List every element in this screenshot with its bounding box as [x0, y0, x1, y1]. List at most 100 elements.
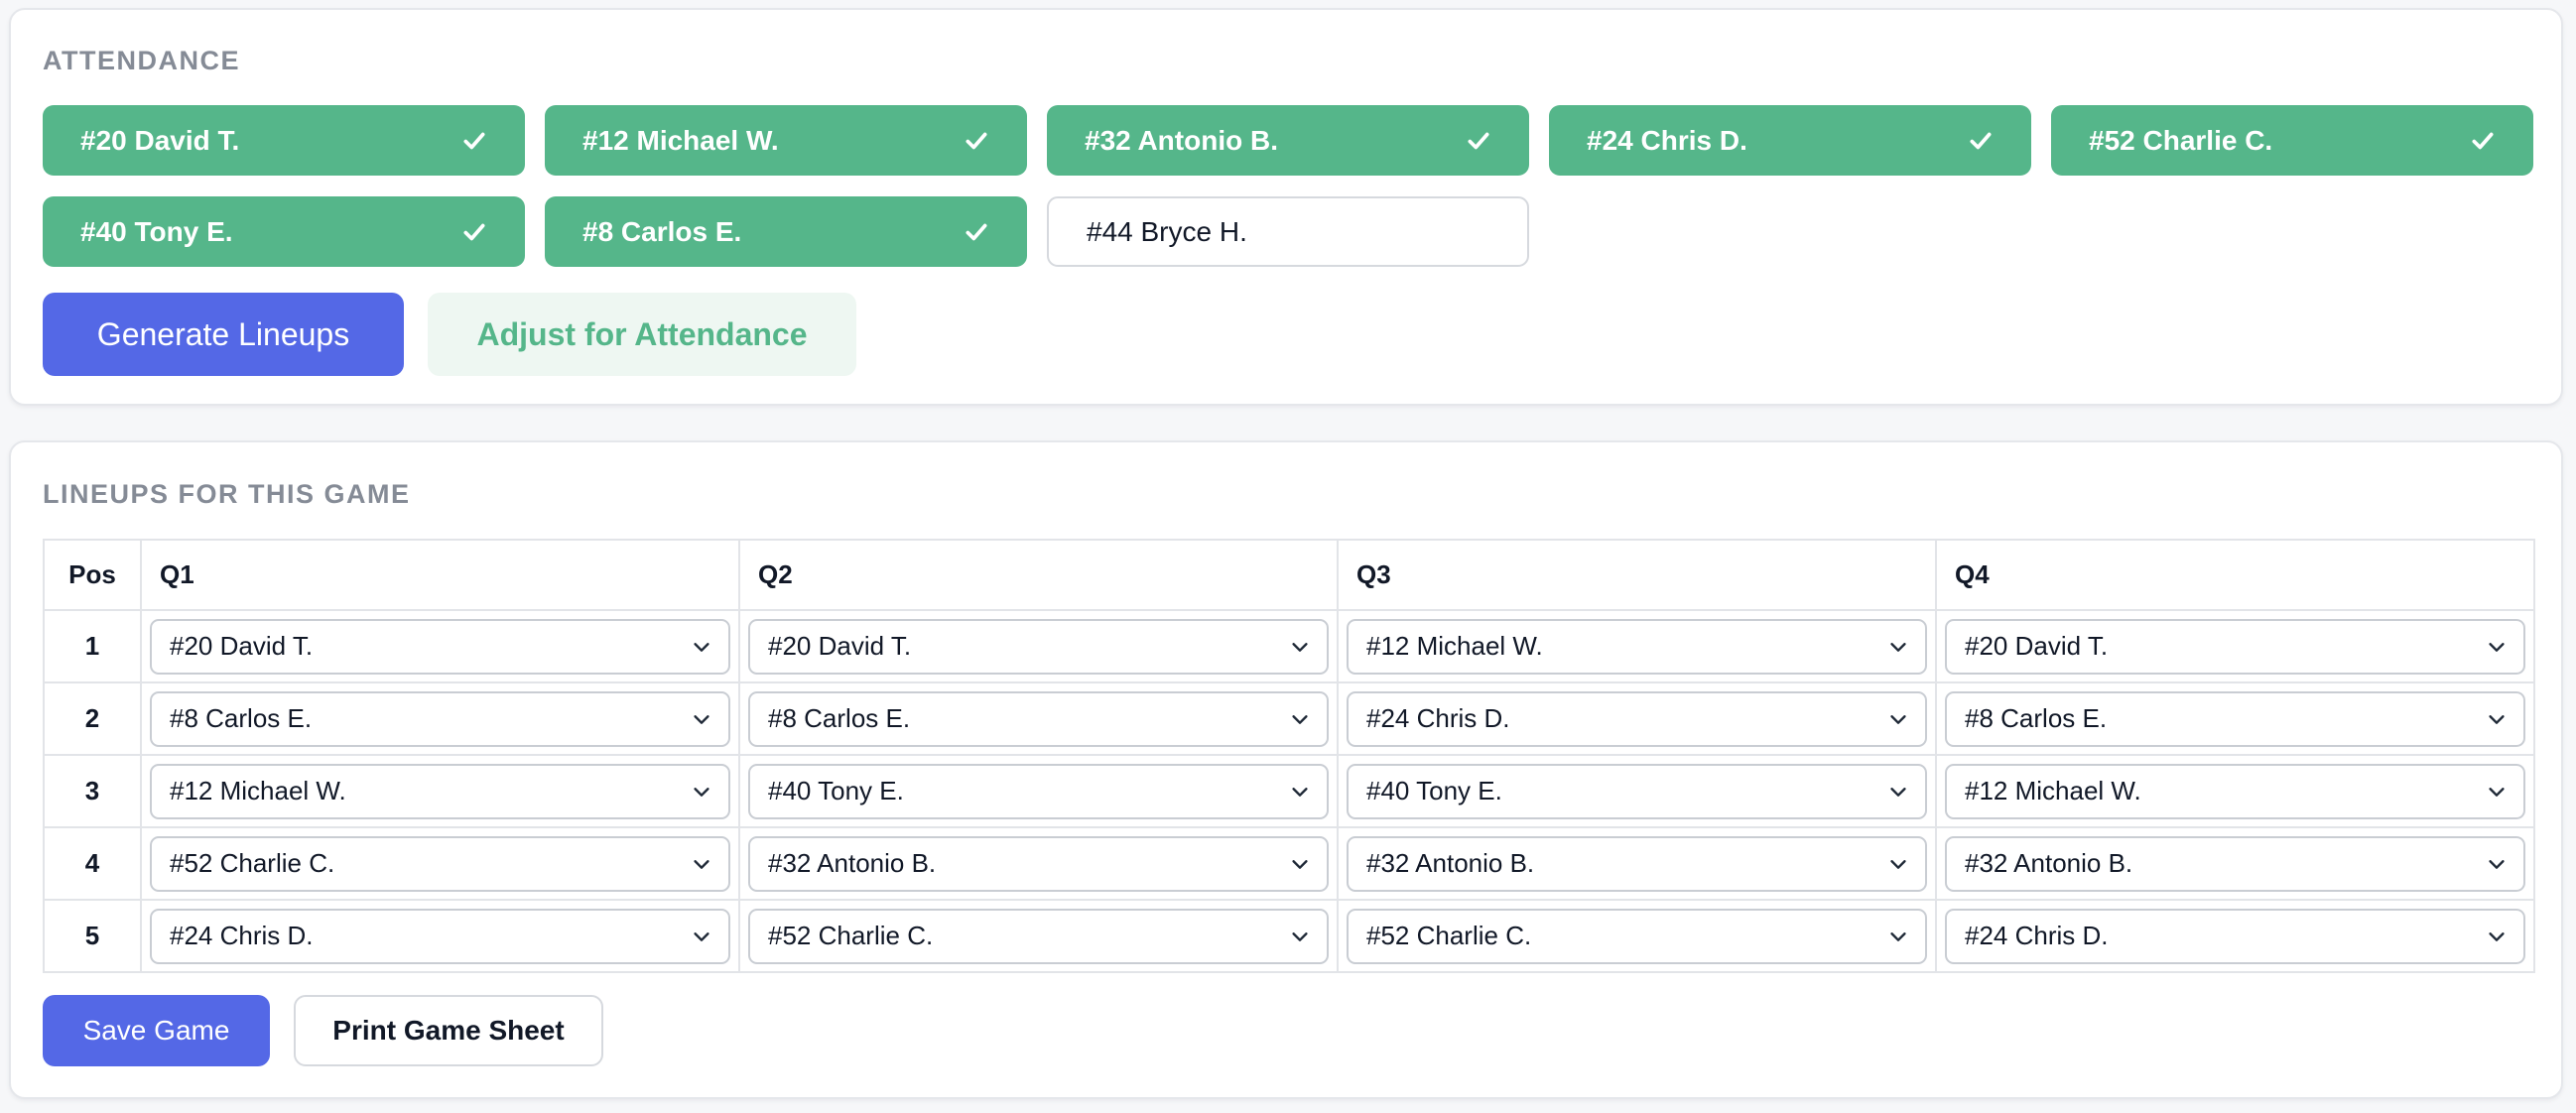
chevron-down-icon — [1887, 781, 1909, 803]
check-icon — [2470, 128, 2496, 154]
player-select[interactable]: #12 Michael W. — [1347, 618, 1927, 675]
column-header-q3: Q3 — [1337, 539, 1937, 611]
attendance-chip[interactable]: #52 Charlie C. — [2051, 105, 2533, 176]
lineup-cell-q1: #8 Carlos E. — [140, 681, 740, 756]
player-select-value: #24 Chris D. — [1366, 703, 1510, 733]
column-header-pos: Pos — [43, 539, 142, 611]
player-select[interactable]: #8 Carlos E. — [748, 690, 1329, 747]
lineup-cell-q2: #52 Charlie C. — [738, 899, 1339, 973]
chevron-down-icon — [691, 926, 712, 947]
attendance-chip[interactable]: #40 Tony E. — [43, 196, 525, 267]
lineup-cell-q1: #12 Michael W. — [140, 754, 740, 828]
lineup-cell-q1: #20 David T. — [140, 609, 740, 683]
player-select-value: #12 Michael W. — [1366, 631, 1543, 661]
player-select[interactable]: #12 Michael W. — [1945, 763, 2525, 819]
check-icon — [1968, 128, 1994, 154]
player-select-value: #32 Antonio B. — [1366, 848, 1535, 878]
player-select[interactable]: #52 Charlie C. — [150, 835, 730, 892]
chevron-down-icon — [2486, 781, 2508, 803]
player-select-value: #52 Charlie C. — [1366, 921, 1532, 950]
attendance-chip[interactable]: #8 Carlos E. — [545, 196, 1027, 267]
chevron-down-icon — [1289, 853, 1311, 875]
chevron-down-icon — [1887, 853, 1909, 875]
generate-lineups-button[interactable]: Generate Lineups — [43, 293, 404, 376]
player-select[interactable]: #20 David T. — [150, 618, 730, 675]
attendance-chip-label: #44 Bryce H. — [1087, 215, 1247, 247]
attendance-chip-label: #20 David T. — [80, 124, 240, 156]
player-select-value: #40 Tony E. — [768, 776, 904, 805]
player-select[interactable]: #8 Carlos E. — [150, 690, 730, 747]
lineups-card: LINEUPS FOR THIS GAME Pos Q1 Q2 Q3 Q4 1 #… — [9, 440, 2563, 1099]
lineup-cell-q4: #32 Antonio B. — [1935, 826, 2535, 901]
check-icon — [964, 128, 989, 154]
table-header-row: Pos Q1 Q2 Q3 Q4 — [43, 539, 2535, 611]
attendance-chip[interactable]: #20 David T. — [43, 105, 525, 176]
player-select[interactable]: #52 Charlie C. — [1347, 908, 1927, 964]
table-row: 2 #8 Carlos E. #8 Carlos E. #24 Chris D. #8 … — [43, 681, 2535, 756]
player-select[interactable]: #40 Tony E. — [1347, 763, 1927, 819]
attendance-chip-label: #12 Michael W. — [582, 124, 779, 156]
attendance-title: ATTENDANCE — [43, 46, 240, 75]
attendance-actions: Generate Lineups Adjust for Attendance — [43, 293, 856, 376]
check-icon — [1466, 128, 1491, 154]
player-select-value: #12 Michael W. — [170, 776, 346, 805]
lineups-title: LINEUPS FOR THIS GAME — [43, 479, 411, 509]
position-number: 1 — [43, 609, 142, 683]
player-select[interactable]: #12 Michael W. — [150, 763, 730, 819]
lineup-cell-q4: #8 Carlos E. — [1935, 681, 2535, 756]
lineup-cell-q1: #52 Charlie C. — [140, 826, 740, 901]
attendance-chip[interactable]: #44 Bryce H. — [1047, 196, 1529, 267]
attendance-chip[interactable]: #32 Antonio B. — [1047, 105, 1529, 176]
player-select-value: #8 Carlos E. — [170, 703, 313, 733]
player-select-value: #20 David T. — [1965, 631, 2109, 661]
position-number: 4 — [43, 826, 142, 901]
save-game-button[interactable]: Save Game — [43, 995, 270, 1066]
column-header-q2: Q2 — [738, 539, 1339, 611]
chevron-down-icon — [691, 853, 712, 875]
player-select-value: #20 David T. — [170, 631, 314, 661]
player-select[interactable]: #40 Tony E. — [748, 763, 1329, 819]
check-icon — [461, 219, 487, 245]
player-select[interactable]: #52 Charlie C. — [748, 908, 1329, 964]
player-select[interactable]: #24 Chris D. — [150, 908, 730, 964]
player-select[interactable]: #32 Antonio B. — [748, 835, 1329, 892]
adjust-for-attendance-button[interactable]: Adjust for Attendance — [428, 293, 856, 376]
column-header-q1: Q1 — [140, 539, 740, 611]
player-select[interactable]: #20 David T. — [748, 618, 1329, 675]
chevron-down-icon — [691, 781, 712, 803]
chevron-down-icon — [2486, 926, 2508, 947]
table-row: 1 #20 David T. #20 David T. #12 Michael W. #… — [43, 609, 2535, 683]
player-select-value: #12 Michael W. — [1965, 776, 2141, 805]
chevron-down-icon — [1887, 926, 1909, 947]
lineup-cell-q3: #24 Chris D. — [1337, 681, 1937, 756]
lineup-cell-q3: #40 Tony E. — [1337, 754, 1937, 828]
player-select[interactable]: #32 Antonio B. — [1945, 835, 2525, 892]
lineup-actions: Save Game Print Game Sheet — [43, 995, 603, 1066]
player-select-value: #32 Antonio B. — [1965, 848, 2133, 878]
chevron-down-icon — [1887, 636, 1909, 658]
player-select-value: #20 David T. — [768, 631, 912, 661]
check-icon — [461, 128, 487, 154]
player-select-value: #32 Antonio B. — [768, 848, 937, 878]
lineup-cell-q3: #12 Michael W. — [1337, 609, 1937, 683]
lineup-cell-q3: #32 Antonio B. — [1337, 826, 1937, 901]
player-select[interactable]: #24 Chris D. — [1945, 908, 2525, 964]
chevron-down-icon — [2486, 636, 2508, 658]
player-select[interactable]: #32 Antonio B. — [1347, 835, 1927, 892]
player-select-value: #40 Tony E. — [1366, 776, 1502, 805]
attendance-chip-label: #52 Charlie C. — [2089, 124, 2273, 156]
player-select[interactable]: #24 Chris D. — [1347, 690, 1927, 747]
player-select[interactable]: #20 David T. — [1945, 618, 2525, 675]
print-game-sheet-button[interactable]: Print Game Sheet — [294, 995, 603, 1066]
chevron-down-icon — [2486, 708, 2508, 730]
lineup-cell-q2: #40 Tony E. — [738, 754, 1339, 828]
attendance-chip-label: #32 Antonio B. — [1085, 124, 1278, 156]
attendance-chip[interactable]: #24 Chris D. — [1549, 105, 2031, 176]
lineup-cell-q4: #24 Chris D. — [1935, 899, 2535, 973]
player-select[interactable]: #8 Carlos E. — [1945, 690, 2525, 747]
player-select-value: #24 Chris D. — [1965, 921, 2109, 950]
attendance-chip-label: #8 Carlos E. — [582, 215, 742, 247]
position-number: 2 — [43, 681, 142, 756]
attendance-chip[interactable]: #12 Michael W. — [545, 105, 1027, 176]
chevron-down-icon — [1289, 708, 1311, 730]
